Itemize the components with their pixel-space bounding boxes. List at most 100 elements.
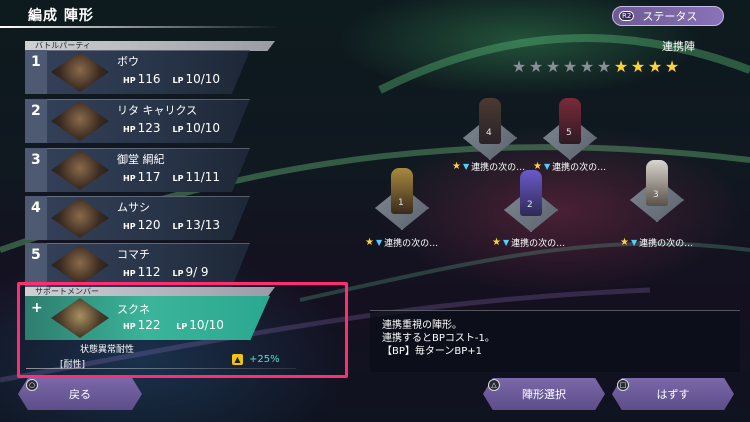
member-slot-number: 3: [25, 148, 47, 192]
star-icon: ★: [492, 237, 501, 248]
party-member-row[interactable]: 4 ムサシ HP 120 LP 13/13: [25, 196, 250, 240]
chevron-down-icon: ▼: [630, 238, 638, 247]
member-lp: 9/ 9: [185, 265, 209, 279]
lp-tag: LP: [176, 322, 188, 331]
member-name: 御堂 綱紀: [117, 153, 165, 166]
plus-icon: +: [31, 300, 43, 316]
lp-tag: LP: [172, 222, 184, 231]
support-name: スクネ: [117, 303, 150, 316]
slot-number: 1: [398, 198, 404, 208]
member-hp: 120: [137, 218, 161, 232]
support-lp: 10/10: [189, 318, 224, 332]
formation-slot[interactable]: 5: [535, 98, 605, 168]
star-empty-icon: ★: [596, 57, 612, 76]
circle-button-icon: ○: [26, 379, 38, 391]
remove-button-label: はずす: [656, 388, 690, 401]
lp-tag: LP: [172, 269, 184, 278]
party-member-row[interactable]: 1 ボウ HP 116 LP 10/10: [25, 50, 250, 94]
support-skill-name: 状態異常耐性: [80, 345, 135, 355]
formation-name: 連携陣: [662, 40, 695, 53]
slot-number: 2: [527, 200, 533, 210]
party-member-row[interactable]: 2 リタ キャリクス HP 123 LP 10/10: [25, 99, 250, 143]
page-title: 編成 陣形: [28, 8, 94, 24]
member-lp: 10/10: [185, 121, 221, 135]
back-button-label: 戻る: [69, 388, 91, 401]
square-button-icon: □: [617, 379, 629, 391]
member-hp: 117: [137, 170, 161, 184]
chevron-down-icon: ▼: [375, 238, 383, 247]
formation-slot[interactable]: 3: [622, 160, 692, 230]
member-hp: 112: [137, 265, 161, 279]
hp-tag: HP: [123, 174, 136, 183]
slot-number: 3: [653, 190, 659, 200]
star-icon: ★: [620, 237, 629, 248]
member-slot-number: 5: [25, 243, 47, 287]
chevron-down-icon: ▼: [502, 238, 510, 247]
hp-tag: HP: [123, 322, 136, 331]
slot-effect-label: ★ ▼ 連携の次の…: [620, 236, 693, 249]
member-hp: 123: [137, 121, 161, 135]
star-filled-icon: ★: [664, 57, 680, 76]
member-stats: HP 117 LP 11/11: [123, 170, 220, 184]
header-bar: 編成 陣形 R2 ステータス: [0, 0, 750, 30]
skill-divider: [26, 368, 296, 369]
status-button-label: ステータス: [642, 10, 698, 23]
description-line-2: 連携するとBPコスト-1。: [382, 333, 495, 344]
description-line-3: 【BP】毎ターンBP+1: [382, 346, 483, 357]
chevron-down-icon: ▼: [462, 162, 470, 171]
slot-effect-label: ★ ▼ 連携の次の…: [365, 236, 438, 249]
formation-slot[interactable]: 4: [455, 98, 525, 168]
star-empty-icon: ★: [562, 57, 578, 76]
slot-effect-label: ★ ▼ 連携の次の…: [492, 236, 565, 249]
star-filled-icon: ★: [613, 57, 629, 76]
lp-tag: LP: [172, 174, 184, 183]
member-lp: 10/10: [185, 72, 221, 86]
party-member-row[interactable]: 5 コマチ HP 112 LP 9/ 9: [25, 243, 250, 287]
slot-effect-text: 連携の次の…: [384, 239, 439, 249]
support-stats: HP 122 LP 10/10: [123, 318, 224, 332]
member-slot-number: 2: [25, 99, 47, 143]
member-stats: HP 123 LP 10/10: [123, 121, 220, 135]
formation-rating: ★ ★ ★ ★ ★ ★ ★ ★ ★ ★: [511, 58, 680, 76]
star-filled-icon: ★: [630, 57, 646, 76]
formation-slot[interactable]: 2: [496, 170, 566, 240]
star-empty-icon: ★: [579, 57, 595, 76]
resistance-icon: ▲: [232, 354, 243, 365]
slot-number: 5: [566, 128, 572, 138]
member-name: ボウ: [117, 55, 139, 68]
formation-slot[interactable]: 1: [367, 168, 437, 238]
support-member-card[interactable]: + スクネ HP 122 LP 10/10: [25, 296, 270, 340]
formation-select-button[interactable]: 陣形選択: [483, 378, 605, 410]
hp-tag: HP: [123, 269, 136, 278]
star-empty-icon: ★: [511, 57, 527, 76]
hp-tag: HP: [123, 222, 136, 231]
member-name: コマチ: [117, 248, 150, 261]
lp-tag: LP: [172, 125, 184, 134]
star-empty-icon: ★: [528, 57, 544, 76]
formation-description: 連携重視の陣形。 連携するとBPコスト-1。 【BP】毎ターンBP+1: [370, 310, 740, 372]
member-stats: HP 112 LP 9/ 9: [123, 265, 209, 279]
slot-number: 4: [486, 128, 492, 138]
member-stats: HP 116 LP 10/10: [123, 72, 220, 86]
member-lp: 11/11: [185, 170, 221, 184]
slot-effect-text: 連携の次の…: [639, 239, 694, 249]
hp-tag: HP: [123, 125, 136, 134]
member-slot-number: 4: [25, 196, 47, 240]
slot-effect-text: 連携の次の…: [511, 239, 566, 249]
star-icon: ★: [452, 161, 461, 172]
remove-button[interactable]: はずす: [612, 378, 734, 410]
lp-tag: LP: [172, 76, 184, 85]
formation-select-label: 陣形選択: [522, 388, 566, 401]
star-filled-icon: ★: [647, 57, 663, 76]
member-lp: 13/13: [185, 218, 221, 232]
hp-tag: HP: [123, 76, 136, 85]
member-hp: 116: [137, 72, 161, 86]
member-name: ムサシ: [117, 201, 150, 214]
member-name: リタ キャリクス: [117, 104, 198, 117]
status-button[interactable]: R2 ステータス: [612, 6, 724, 26]
support-hp: 122: [137, 318, 161, 332]
header-underline: [0, 26, 280, 28]
triangle-button-icon: △: [488, 379, 500, 391]
party-member-row[interactable]: 3 御堂 綱紀 HP 117 LP 11/11: [25, 148, 250, 192]
star-icon: ★: [365, 237, 374, 248]
